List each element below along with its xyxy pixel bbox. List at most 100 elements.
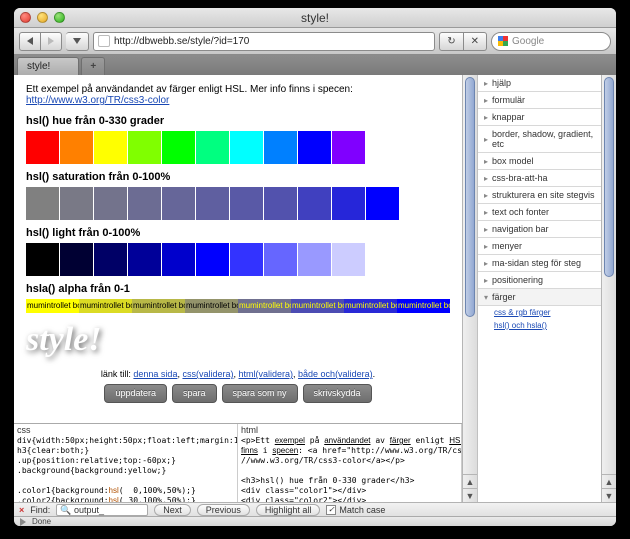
chevron-right-icon — [48, 37, 54, 45]
zoom-icon[interactable] — [54, 12, 65, 23]
sidebar-item[interactable]: ▸ box model — [478, 153, 601, 170]
sidebar-item[interactable]: ▸formulär — [478, 92, 601, 109]
scrollbar-sidebar[interactable]: ▲ ▼ — [601, 75, 616, 502]
heading-hue: hsl() hue från 0-330 grader — [26, 115, 450, 127]
color-swatch — [26, 243, 59, 276]
url-text: http://dbwebb.se/style/?id=170 — [114, 36, 249, 47]
color-swatch — [94, 187, 127, 220]
match-case-checkbox[interactable]: ✓Match case — [326, 505, 385, 515]
sidebar-item[interactable]: ▸positionering — [478, 272, 601, 289]
status-bar: Done — [14, 516, 616, 526]
intro-link[interactable]: http://www.w3.org/TR/css3-color — [26, 95, 169, 106]
sidebar-item-label: box model — [492, 156, 534, 166]
sidebar-item[interactable]: ▸menyer — [478, 238, 601, 255]
alpha-segment: mumintrollet bor i mumindalen, — [291, 299, 344, 313]
tab-add[interactable]: + — [81, 57, 105, 75]
find-highlight-button[interactable]: Highlight all — [256, 504, 321, 516]
scrollbar-main[interactable]: ▲ ▼ — [462, 75, 477, 502]
find-input[interactable]: 🔍 output_ — [56, 504, 148, 516]
content: Ett exempel på användandet av färger enl… — [14, 75, 616, 502]
sidebar-item[interactable]: ▸navigation bar — [478, 221, 601, 238]
meta-link[interactable]: denna sida — [133, 369, 177, 379]
html-code[interactable]: <p>Ett exempel på användandet av färger … — [238, 436, 461, 502]
scroll-thumb[interactable] — [465, 77, 475, 317]
sidebar-item[interactable]: ▸text och fonter — [478, 204, 601, 221]
color-swatch — [128, 131, 161, 164]
sidebar-subitem[interactable]: hsl() och hsla() — [478, 319, 601, 332]
findbar-close-icon[interactable]: × — [19, 505, 24, 515]
window-title: style! — [14, 11, 616, 25]
recent-button[interactable] — [66, 32, 89, 51]
color-swatch — [94, 243, 127, 276]
sidebar-item[interactable]: ▾färger — [478, 289, 601, 306]
search-input[interactable]: Google — [491, 32, 611, 51]
status-toggle-icon[interactable] — [20, 518, 26, 526]
sidebar-item-label: text och fonter — [492, 207, 549, 217]
meta-link[interactable]: css(validera) — [182, 369, 233, 379]
chevron-icon: ▸ — [484, 157, 488, 166]
intro-text: Ett exempel på användandet av färger enl… — [26, 84, 450, 106]
traffic-lights — [20, 12, 65, 23]
chevron-icon: ▸ — [484, 276, 488, 285]
scroll-up-icon[interactable]: ▲ — [463, 474, 477, 488]
color-swatch — [26, 131, 59, 164]
sidebar-item[interactable]: ▸ma-sidan steg för steg — [478, 255, 601, 272]
chevron-icon: ▸ — [484, 191, 488, 200]
color-swatch — [128, 187, 161, 220]
alpha-segment: mumintrollet bor i mumindalen, — [185, 299, 238, 313]
find-bar: × Find: 🔍 output_ Next Previous Highligh… — [14, 502, 616, 516]
find-label: Find: — [30, 505, 50, 515]
find-prev-button[interactable]: Previous — [197, 504, 250, 516]
chevron-down-icon — [73, 38, 81, 44]
action-button[interactable]: spara — [172, 384, 217, 403]
css-code[interactable]: div{width:50px;height:50px;float:left;ma… — [14, 436, 237, 502]
forward-button[interactable] — [41, 32, 62, 51]
row-sat — [26, 187, 450, 220]
minimize-icon[interactable] — [37, 12, 48, 23]
color-swatch — [332, 131, 365, 164]
scroll-thumb[interactable] — [604, 77, 614, 277]
sidebar-item[interactable]: ▸css-bra-att-ha — [478, 170, 601, 187]
sidebar-item[interactable]: ▸strukturera en site stegvis — [478, 187, 601, 204]
color-swatch — [196, 187, 229, 220]
tab-style[interactable]: style! — [17, 57, 79, 75]
heading-light: hsl() light från 0-100% — [26, 227, 450, 239]
action-button[interactable]: spara som ny — [222, 384, 298, 403]
color-swatch — [264, 243, 297, 276]
color-swatch — [162, 243, 195, 276]
sidebar-subitem[interactable]: css & rgb färger — [478, 306, 601, 319]
titlebar[interactable]: style! — [14, 8, 616, 28]
back-button[interactable] — [19, 32, 41, 51]
chevron-icon: ▾ — [484, 293, 488, 302]
alpha-segment: mumintrollet bor i mumindalen, — [238, 299, 291, 313]
html-pane[interactable]: html <p>Ett exempel på användandet av fä… — [238, 424, 462, 502]
logo: style! — [26, 321, 450, 359]
color-swatch — [162, 131, 195, 164]
row-light — [26, 243, 450, 276]
scroll-down-icon[interactable]: ▼ — [602, 488, 616, 502]
sidebar-item[interactable]: ▸border, shadow, gradient, etc — [478, 126, 601, 153]
url-bar[interactable]: http://dbwebb.se/style/?id=170 — [93, 32, 435, 51]
css-pane[interactable]: css div{width:50px;height:50px;float:lef… — [14, 424, 238, 502]
scroll-up-icon[interactable]: ▲ — [602, 474, 616, 488]
color-swatch — [196, 243, 229, 276]
stop-button[interactable]: ✕ — [464, 32, 487, 51]
chevron-icon: ▸ — [484, 113, 488, 122]
action-button[interactable]: uppdatera — [104, 384, 167, 403]
reload-button[interactable]: ↻ — [439, 32, 463, 51]
color-swatch — [128, 243, 161, 276]
color-swatch — [264, 131, 297, 164]
status-done: Done — [32, 517, 51, 526]
action-button[interactable]: skrivskydda — [303, 384, 372, 403]
alpha-segment: mumintrollet bor i mumindalen, — [344, 299, 397, 313]
sidebar-item-label: css-bra-att-ha — [492, 173, 548, 183]
sidebar-item[interactable]: ▸hjälp — [478, 75, 601, 92]
find-next-button[interactable]: Next — [154, 504, 191, 516]
meta-link[interactable]: html(validera) — [239, 369, 294, 379]
scroll-down-icon[interactable]: ▼ — [463, 488, 477, 502]
color-swatch — [230, 187, 263, 220]
close-icon[interactable] — [20, 12, 31, 23]
color-swatch — [298, 131, 331, 164]
meta-link[interactable]: både och(validera) — [298, 369, 373, 379]
sidebar-item[interactable]: ▸knappar — [478, 109, 601, 126]
